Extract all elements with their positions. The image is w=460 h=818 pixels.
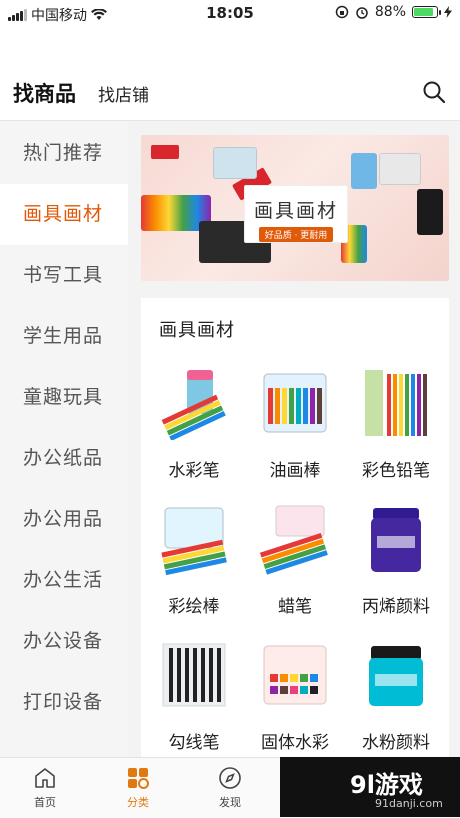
product-acrylic-paint[interactable]: 丙烯颜料 [345,502,447,632]
sidebar-item-art-supplies[interactable]: 画具画材 [0,184,128,245]
home-icon [33,766,57,790]
product-watercolor-pen[interactable]: 水彩笔 [143,366,245,496]
sidebar-item-hot[interactable]: 热门推荐 [0,123,128,184]
charging-icon [444,6,452,18]
rotation-lock-icon [335,5,349,19]
product-label: 彩绘棒 [168,597,220,617]
category-content: 画具画材 好品质 · 更耐用 画具画材 水彩笔 油画棒 彩色铅笔 彩绘棒 蜡笔 … [128,121,460,757]
tab-label: 分类 [127,796,149,809]
promo-banner[interactable]: 画具画材 好品质 · 更耐用 [141,135,449,281]
brand-logo [151,145,179,159]
banner-case-image [379,153,421,185]
banner-box-image [417,189,443,235]
tab-label: 首页 [34,796,56,809]
sidebar-item-writing[interactable]: 书写工具 [0,245,128,306]
product-label: 勾线笔 [168,733,220,753]
sidebar-item-office-life[interactable]: 办公生活 [0,550,128,611]
alarm-icon [355,5,369,19]
oil-pastel-image [263,373,327,433]
color-stick-image [161,507,227,576]
product-label: 水粉颜料 [362,733,430,753]
solid-watercolor-image [263,645,327,705]
banner-sign: 画具画材 好品质 · 更耐用 [244,185,348,243]
banner-title: 画具画材 [253,200,338,222]
category-icon [126,766,150,790]
search-icon[interactable] [422,80,446,104]
sidebar-item-paper[interactable]: 办公纸品 [0,428,128,489]
watermark-url: 91danji.com [375,797,443,810]
tab-home[interactable]: 首页 [10,766,80,810]
product-label: 丙烯颜料 [362,597,430,617]
battery-icon [412,6,441,18]
gouache-image [369,646,423,706]
product-oil-pastel[interactable]: 油画棒 [244,366,346,496]
compass-icon [218,766,242,790]
acrylic-paint-image [371,508,421,572]
banner-badge: 好品质 · 更耐用 [258,227,334,242]
product-label: 彩色铅笔 [362,461,430,481]
colored-pencil-image [365,370,427,436]
product-colored-pencil[interactable]: 彩色铅笔 [345,366,447,496]
fineliner-image [162,643,226,707]
tab-label: 发现 [219,796,241,809]
sidebar-item-student[interactable]: 学生用品 [0,306,128,367]
sidebar-item-office-equipment[interactable]: 办公设备 [0,611,128,672]
top-tabs: 找商品 找店铺 [0,62,460,121]
battery-percent: 88% [374,4,406,20]
crayon-image [259,505,328,575]
watercolor-pen-image [161,370,226,440]
tab-discover[interactable]: 发现 [195,766,265,810]
product-label: 蜡笔 [278,597,312,617]
product-crayon[interactable]: 蜡笔 [244,502,346,632]
banner-marker-case-image [213,147,257,179]
sidebar-item-office-supplies[interactable]: 办公用品 [0,489,128,550]
watermark: 9l游戏 91danji.com [280,757,460,817]
banner-jar-image [351,153,377,189]
section-title: 画具画材 [159,320,235,341]
watermark-logo: 9l游戏 [350,771,423,799]
status-bar: 中国移动 18:05 88% [0,0,460,28]
tab-find-products[interactable]: 找商品 [13,78,76,108]
art-supplies-section: 画具画材 水彩笔 油画棒 彩色铅笔 彩绘棒 蜡笔 丙烯颜料 勾线笔 固体水彩 水… [141,298,449,757]
product-fineliner[interactable]: 勾线笔 [143,638,245,757]
product-label: 水彩笔 [168,461,220,481]
sidebar-item-printing[interactable]: 打印设备 [0,672,128,733]
tab-find-stores[interactable]: 找店铺 [98,81,149,106]
sidebar-item-toys[interactable]: 童趣玩具 [0,367,128,428]
product-color-stick[interactable]: 彩绘棒 [143,502,245,632]
product-gouache[interactable]: 水粉颜料 [345,638,447,757]
category-sidebar: 热门推荐 画具画材 书写工具 学生用品 童趣玩具 办公纸品 办公用品 办公生活 … [0,121,128,757]
tab-category[interactable]: 分类 [103,766,173,810]
product-label: 固体水彩 [261,733,329,753]
product-label: 油画棒 [269,461,321,481]
product-solid-watercolor[interactable]: 固体水彩 [244,638,346,757]
